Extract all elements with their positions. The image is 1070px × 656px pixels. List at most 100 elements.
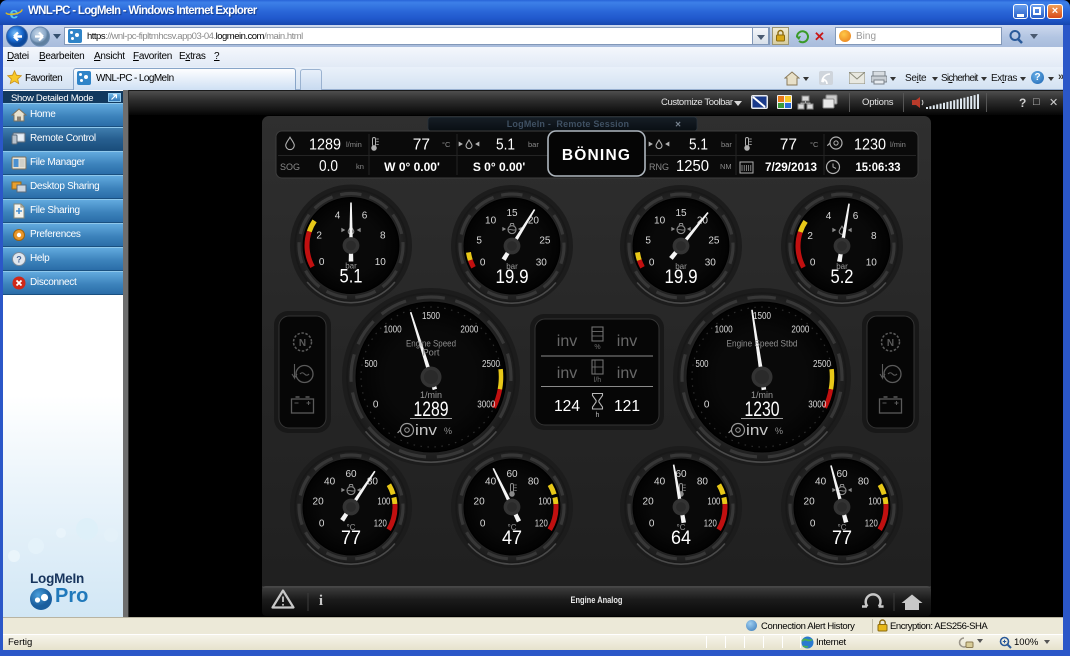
svg-text:S 0° 0.00': S 0° 0.00' [473,160,526,174]
svg-text:2500: 2500 [482,359,500,370]
svg-text:l/h: l/h [594,377,602,384]
svg-text:2000: 2000 [791,325,809,336]
svg-text:6: 6 [362,210,368,221]
svg-text:Port: Port [423,348,441,358]
svg-text:inv: inv [617,365,637,382]
svg-text:120: 120 [704,519,717,530]
svg-text:0: 0 [810,258,816,269]
svg-text:inv: inv [557,333,577,350]
svg-text:bar: bar [528,140,539,149]
svg-text:LogMeIn - Remote Session: LogMeIn - Remote Session [507,119,630,129]
svg-text:5.1: 5.1 [689,137,708,154]
svg-text:0: 0 [319,257,325,268]
svg-text:60: 60 [506,469,518,480]
svg-text:120: 120 [535,519,548,530]
svg-text:BÖNING: BÖNING [562,147,631,164]
svg-text:25: 25 [539,235,551,246]
svg-text:10: 10 [654,216,666,227]
svg-text:inv: inv [415,422,438,439]
svg-text:77: 77 [780,137,797,154]
svg-text:19.9: 19.9 [496,267,529,288]
svg-text:19.9: 19.9 [665,267,698,288]
svg-text:15:06:33: 15:06:33 [856,160,901,174]
svg-text:40: 40 [654,477,666,488]
svg-text:80: 80 [697,477,709,488]
svg-text:3000: 3000 [808,400,826,411]
svg-text:40: 40 [815,477,827,488]
svg-text:RNG: RNG [649,162,669,172]
svg-text:124: 124 [554,398,580,415]
svg-text:1230: 1230 [745,398,780,421]
svg-text:inv: inv [617,333,637,350]
svg-text:47: 47 [502,528,522,549]
svg-text:1250: 1250 [676,158,709,175]
svg-text:l/min: l/min [890,140,906,149]
svg-text:NM: NM [720,162,732,171]
svg-text:0: 0 [480,519,486,530]
svg-text:6: 6 [853,211,859,222]
svg-text:30: 30 [705,258,717,269]
svg-text:Engine Speed Stbd: Engine Speed Stbd [727,339,798,349]
svg-text:bar: bar [721,140,732,149]
svg-text:SOG: SOG [280,162,300,172]
svg-text:100: 100 [707,496,720,507]
svg-text:5: 5 [645,235,651,246]
svg-text:5.1: 5.1 [340,267,363,288]
svg-text:100: 100 [377,496,390,507]
svg-text:10: 10 [485,216,497,227]
svg-text:8: 8 [380,230,386,241]
svg-text:0: 0 [373,400,379,411]
svg-text:°C: °C [810,140,819,149]
svg-text:0: 0 [810,519,816,530]
svg-text:%: % [775,426,783,436]
svg-text:15: 15 [675,208,687,219]
svg-text:8: 8 [871,231,877,242]
svg-text:80: 80 [858,477,870,488]
svg-text:5.2: 5.2 [831,267,854,288]
svg-text:0: 0 [649,258,655,269]
svg-text:4: 4 [335,210,341,221]
svg-text:40: 40 [485,477,497,488]
svg-text:10: 10 [375,257,387,268]
svg-text:4: 4 [826,211,832,222]
svg-text:1500: 1500 [422,311,440,322]
svg-text:100: 100 [868,496,881,507]
svg-text:inv: inv [557,365,577,382]
svg-text:60: 60 [345,469,357,480]
svg-text:1500: 1500 [753,311,771,322]
svg-text:1000: 1000 [715,325,733,336]
svg-text:120: 120 [374,519,387,530]
svg-text:500: 500 [365,359,378,370]
svg-text:inv: inv [746,422,769,439]
svg-text:100: 100 [538,496,551,507]
svg-text:5.1: 5.1 [496,137,515,154]
svg-text:120: 120 [865,519,878,530]
svg-text:121: 121 [614,398,640,415]
svg-text:2: 2 [316,230,322,241]
svg-text:0: 0 [649,519,655,530]
svg-text:l/min: l/min [346,140,362,149]
svg-text:?: ? [16,255,22,265]
svg-text:2: 2 [807,231,813,242]
svg-text:%: % [444,426,452,436]
svg-text:60: 60 [836,469,848,480]
svg-text:5: 5 [476,235,482,246]
svg-text:×: × [675,120,681,131]
svg-text:80: 80 [528,477,540,488]
svg-text:Engine Analog: Engine Analog [571,595,623,606]
svg-text:64: 64 [671,528,691,549]
svg-text:%: % [594,344,600,351]
svg-text:0.0: 0.0 [319,158,338,175]
svg-text:kn: kn [356,162,364,171]
svg-text:500: 500 [696,359,709,370]
svg-text:20: 20 [313,496,325,507]
svg-text:N: N [887,338,894,349]
svg-text:15: 15 [506,208,518,219]
svg-text:h: h [596,412,600,419]
svg-text:0: 0 [319,519,325,530]
svg-text:1289: 1289 [414,398,449,421]
svg-text:30: 30 [536,258,548,269]
svg-text:i: i [319,593,323,609]
svg-text:10: 10 [866,258,878,269]
svg-text:7/29/2013: 7/29/2013 [765,160,817,174]
